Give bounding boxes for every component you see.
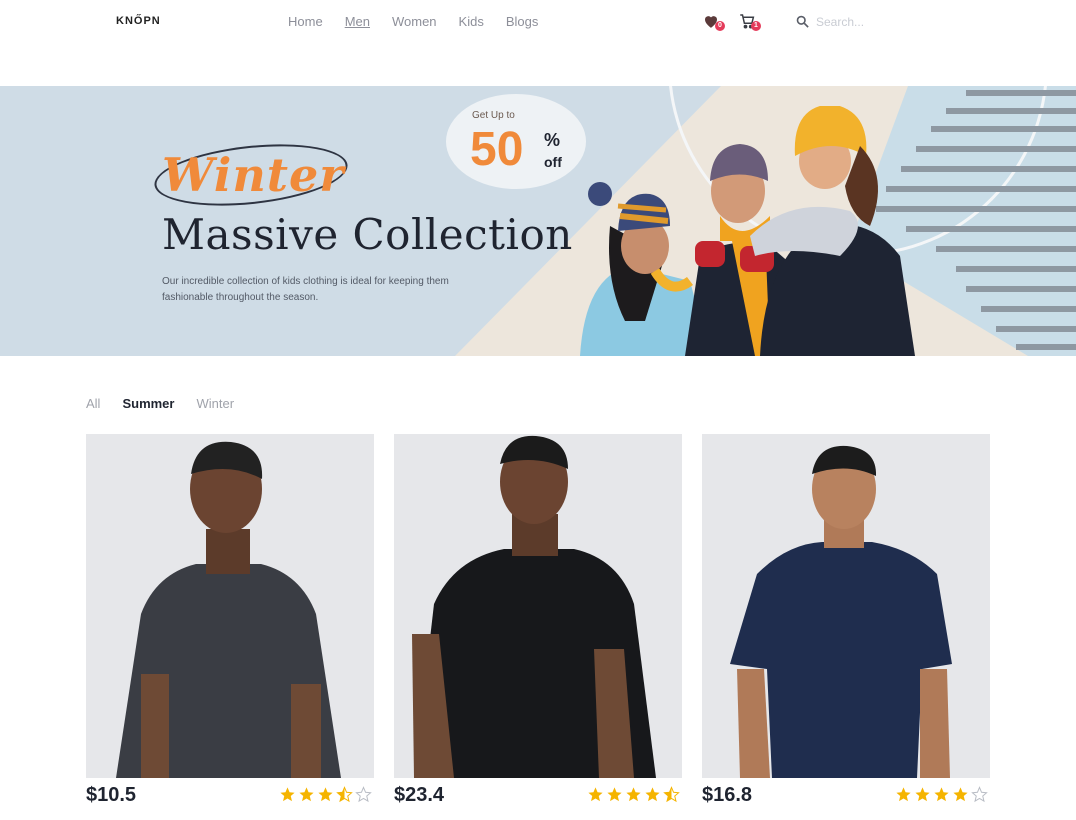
- star-full-icon: [645, 787, 660, 802]
- promo-value: 50: [470, 123, 524, 176]
- star-full-icon: [299, 787, 314, 802]
- filter-summer[interactable]: Summer: [122, 396, 174, 411]
- model-illustration: [702, 434, 990, 778]
- product-card[interactable]: $16.8: [702, 434, 990, 806]
- star-empty-icon: [971, 786, 988, 803]
- filter-winter[interactable]: Winter: [196, 396, 234, 411]
- hero-banner[interactable]: Winter Massive Collection Our incredible…: [0, 86, 1076, 356]
- banner-subtext: Our incredible collection of kids clothi…: [162, 276, 449, 303]
- rating-stars: [895, 786, 988, 803]
- cart-count-badge: 1: [751, 21, 761, 31]
- promo-prefix: Get Up to: [472, 110, 515, 121]
- search-box: [795, 14, 926, 29]
- category-filters: All Summer Winter: [86, 396, 234, 411]
- product-card[interactable]: $10.5: [86, 434, 374, 806]
- nav-blogs[interactable]: Blogs: [506, 14, 539, 29]
- banner-headline: Massive Collection: [162, 210, 573, 259]
- product-photo[interactable]: [86, 434, 374, 778]
- top-header: KNŐPN Home Men Women Kids Blogs 0 1: [0, 0, 1076, 46]
- rating-stars: [587, 786, 680, 803]
- brand-logo[interactable]: KNŐPN: [116, 15, 161, 27]
- star-full-icon: [280, 787, 295, 802]
- banner-script-word: Winter: [162, 148, 345, 202]
- star-full-icon: [607, 787, 622, 802]
- nav-home[interactable]: Home: [288, 14, 323, 29]
- star-full-icon: [626, 787, 641, 802]
- filter-all[interactable]: All: [86, 396, 100, 411]
- product-price: $23.4: [394, 784, 445, 806]
- product-price: $16.8: [702, 784, 753, 806]
- main-nav: Home Men Women Kids Blogs: [288, 14, 538, 29]
- star-full-icon: [318, 787, 333, 802]
- product-photo[interactable]: [702, 434, 990, 778]
- nav-kids[interactable]: Kids: [459, 14, 484, 29]
- star-full-icon: [915, 787, 930, 802]
- model-illustration: [394, 434, 682, 778]
- wishlist-button[interactable]: 0: [702, 12, 725, 32]
- star-full-icon: [588, 787, 603, 802]
- product-card[interactable]: $23.4: [394, 434, 682, 806]
- product-price: $10.5: [86, 784, 137, 806]
- family-photo: [580, 106, 915, 356]
- promo-percent: %: [544, 130, 561, 150]
- cart-button[interactable]: 1: [738, 12, 761, 32]
- nav-women[interactable]: Women: [392, 14, 437, 29]
- star-full-icon: [896, 787, 911, 802]
- star-half-icon: [663, 786, 680, 803]
- nav-men[interactable]: Men: [345, 14, 370, 29]
- star-half-icon: [336, 786, 353, 803]
- star-empty-icon: [355, 786, 372, 803]
- star-full-icon: [953, 787, 968, 802]
- promo-suffix: off: [544, 154, 562, 170]
- star-full-icon: [934, 787, 949, 802]
- product-photo[interactable]: [394, 434, 682, 778]
- rating-stars: [279, 786, 372, 803]
- search-input[interactable]: [816, 14, 926, 29]
- search-icon[interactable]: [795, 14, 810, 29]
- header-icons: 0 1: [702, 12, 761, 32]
- wishlist-count-badge: 0: [715, 21, 725, 31]
- promo-badge: Get Up to 50 % off: [446, 94, 586, 189]
- model-illustration: [86, 434, 374, 778]
